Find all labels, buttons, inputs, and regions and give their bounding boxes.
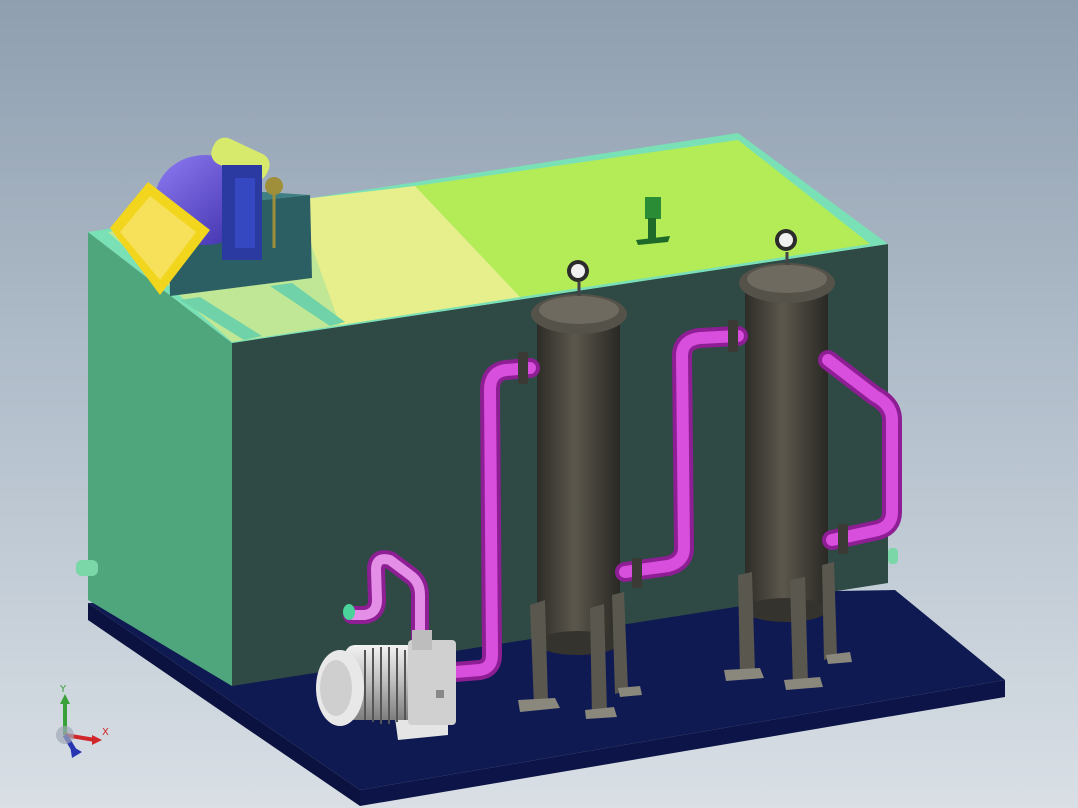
cad-model[interactable] [0, 0, 1078, 808]
y-axis-label: Y [59, 684, 67, 695]
3d-viewport[interactable]: Y X [0, 0, 1078, 808]
view-triad[interactable]: Y X [40, 680, 130, 770]
x-axis-label: X [102, 727, 109, 738]
